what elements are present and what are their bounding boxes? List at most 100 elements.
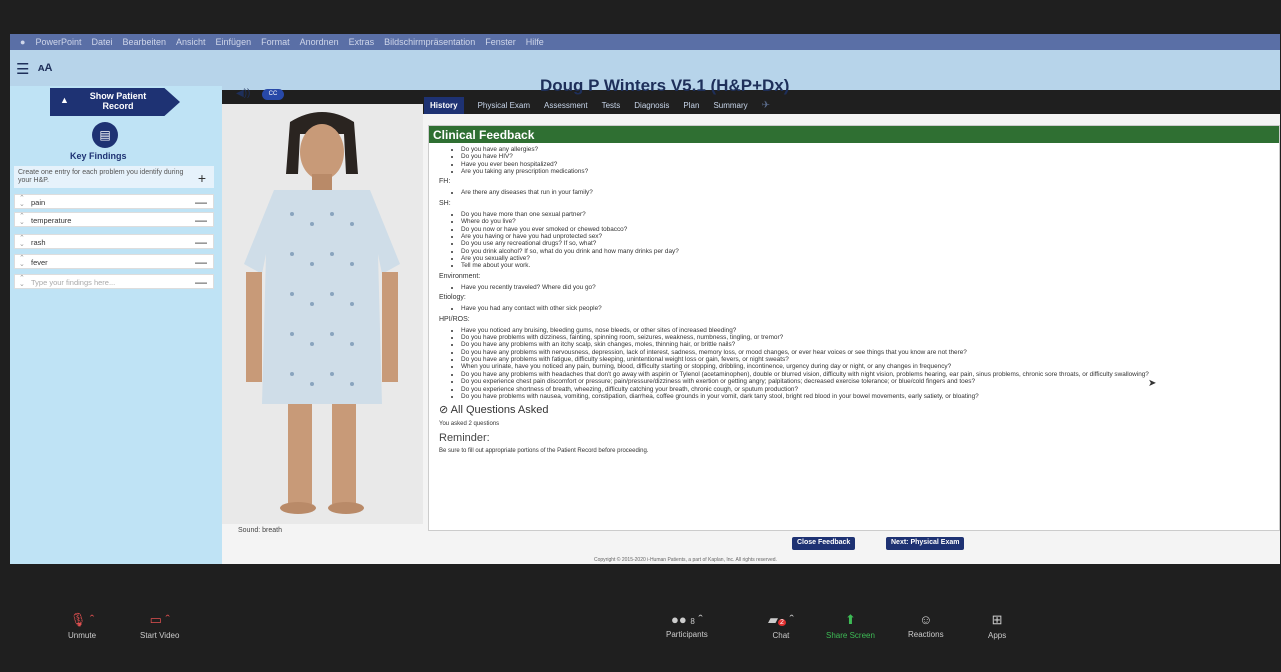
menu-fenster[interactable]: Fenster	[485, 37, 516, 47]
finding-item[interactable]: ⌃ ⌄ rash —	[14, 234, 214, 249]
list-item: Do you use any recreational drugs? If so…	[461, 240, 1279, 247]
participants-button[interactable]: ●● 8 ˆ Participants	[666, 612, 708, 639]
chat-label: Chat	[772, 631, 790, 640]
start-video-button[interactable]: ▭ ˆ Start Video	[140, 612, 179, 640]
finding-item[interactable]: ⌃ ⌄ temperature —	[14, 212, 214, 227]
list-item: Do you have any problems with nervousnes…	[461, 349, 1279, 356]
reactions-icon: ☺	[919, 612, 933, 627]
reorder-icon[interactable]: ⌃ ⌄	[19, 213, 25, 226]
video-off-icon: ▭ ˆ	[149, 612, 170, 627]
participants-label: Participants	[666, 630, 708, 639]
list-item: Do you have more than one sexual partner…	[461, 211, 1279, 218]
etiology-label: Etiology:	[439, 294, 466, 302]
list-item: Do you have any allergies?	[461, 146, 1279, 153]
menu-bearbeiten[interactable]: Bearbeiten	[122, 37, 166, 47]
apps-label: Apps	[988, 631, 1007, 640]
remove-finding-icon[interactable]: —	[195, 235, 207, 249]
tab-assessment[interactable]: Assessment	[544, 101, 588, 110]
font-size-icon[interactable]: ᴀA	[38, 62, 52, 74]
mic-muted-icon: 🎙︎ ˆ	[69, 612, 95, 627]
next-physical-exam-button[interactable]: Next: Physical Exam	[886, 537, 965, 550]
chat-icon: ▰ 2 ˆ	[768, 612, 794, 627]
key-findings-title: Key Findings	[70, 151, 127, 161]
apple-icon[interactable]: ●	[20, 37, 25, 47]
finding-item[interactable]: ⌃ ⌄ pain —	[14, 194, 214, 209]
feedback-heading: Clinical Feedback	[429, 126, 1279, 143]
add-finding-icon[interactable]: +	[198, 170, 206, 187]
menu-anordnen[interactable]: Anordnen	[300, 37, 339, 47]
zoom-toolbar	[0, 600, 1281, 660]
clinical-feedback-panel: Clinical Feedback Do you have any allerg…	[428, 125, 1280, 531]
list-item: Do you have any problems with an itchy s…	[461, 341, 1279, 348]
show-patient-record-button[interactable]: ▲ Show Patient Record	[50, 88, 180, 116]
list-item: Have you had any contact with other sick…	[461, 305, 1279, 312]
tab-history[interactable]: History	[424, 96, 464, 114]
menu-ansicht[interactable]: Ansicht	[176, 37, 206, 47]
apps-button[interactable]: ⊞ Apps	[988, 612, 1006, 640]
show-record-label: Show Patient Record	[89, 91, 147, 111]
tab-physical-exam[interactable]: Physical Exam	[478, 101, 530, 110]
instruction-text: Create one entry for each problem you id…	[18, 169, 184, 185]
fh-label: FH:	[439, 178, 451, 186]
reorder-icon[interactable]: ⌃ ⌄	[19, 235, 25, 248]
top-question-list: Do you have any allergies? Do you have H…	[439, 146, 1279, 175]
environment-label: Environment:	[439, 272, 481, 280]
list-item: Are there any diseases that run in your …	[461, 189, 1279, 196]
feedback-body[interactable]: Do you have any allergies? Do you have H…	[439, 146, 1279, 455]
tab-summary[interactable]: Summary	[713, 101, 747, 110]
menu-format[interactable]: Format	[261, 37, 290, 47]
remove-finding-icon[interactable]: —	[195, 195, 207, 209]
menu-einfuegen[interactable]: Einfügen	[216, 37, 252, 47]
reactions-button[interactable]: ☺ Reactions	[908, 612, 944, 639]
list-item: When you urinate, have you noticed any p…	[461, 363, 1279, 370]
remove-finding-icon[interactable]: —	[195, 213, 207, 227]
tab-tests[interactable]: Tests	[602, 101, 621, 110]
clipboard-icon: ▤	[92, 122, 118, 148]
menu-bildschirm[interactable]: Bildschirmpräsentation	[384, 37, 475, 47]
sound-label: Sound: breath	[238, 527, 282, 534]
etiology-list: Have you had any contact with other sick…	[439, 305, 1279, 312]
hamburger-icon[interactable]: ☰	[16, 60, 29, 78]
all-questions-heading: ⊘ All Questions Asked	[439, 404, 1279, 417]
pin-icon[interactable]: ✈	[762, 100, 770, 111]
finding-label[interactable]: pain	[31, 198, 45, 207]
start-video-label: Start Video	[140, 631, 180, 640]
fh-list: Are there any diseases that run in your …	[439, 189, 1279, 196]
remove-finding-icon[interactable]: —	[195, 255, 207, 269]
reorder-icon[interactable]: ⌃ ⌄	[19, 195, 25, 208]
finding-placeholder[interactable]: Type your findings here...	[31, 278, 115, 287]
share-screen-icon: ⬆	[845, 612, 856, 627]
all-questions-label: All Questions Asked	[450, 404, 549, 417]
reorder-icon[interactable]: ⌃ ⌄	[19, 255, 25, 268]
tab-diagnosis[interactable]: Diagnosis	[634, 101, 669, 110]
closed-caption-icon[interactable]: CC	[262, 89, 284, 100]
chat-button[interactable]: ▰ 2 ˆ Chat	[768, 612, 794, 640]
menu-datei[interactable]: Datei	[91, 37, 112, 47]
menu-hilfe[interactable]: Hilfe	[526, 37, 544, 47]
speaker-icon[interactable]: ◀))	[236, 88, 250, 99]
sh-list: Do you have more than one sexual partner…	[439, 211, 1279, 270]
unmute-button[interactable]: 🎙︎ ˆ Unmute	[68, 612, 96, 640]
list-item: Do you have HIV?	[461, 153, 1279, 160]
reminder-text: Be sure to fill out appropriate portions…	[439, 448, 649, 455]
finding-input[interactable]: ⌃ ⌄ Type your findings here... —	[14, 274, 214, 289]
reactions-label: Reactions	[908, 630, 944, 639]
person-icon: ▲	[60, 95, 69, 105]
tab-plan[interactable]: Plan	[683, 101, 699, 110]
list-item: Do you have any problems with fatigue, d…	[461, 356, 1279, 363]
finding-label[interactable]: rash	[31, 238, 46, 247]
mac-menubar: ● PowerPoint Datei Bearbeiten Ansicht Ei…	[10, 34, 1280, 50]
finding-item[interactable]: ⌃ ⌄ fever —	[14, 254, 214, 269]
menu-extras[interactable]: Extras	[349, 37, 375, 47]
hpi-label: HPI/ROS:	[439, 315, 470, 323]
check-circle-icon: ⊘	[439, 404, 451, 417]
finding-label[interactable]: temperature	[31, 216, 71, 225]
menu-powerpoint[interactable]: PowerPoint	[35, 37, 81, 47]
remove-finding-icon[interactable]: —	[195, 275, 207, 289]
share-screen-button[interactable]: ⬆ Share Screen	[826, 612, 875, 640]
patient-image	[222, 104, 423, 524]
close-feedback-button[interactable]: Close Feedback	[792, 537, 856, 550]
unmute-label: Unmute	[68, 631, 97, 640]
finding-label[interactable]: fever	[31, 258, 48, 267]
list-item: Where do you live?	[461, 218, 1279, 225]
